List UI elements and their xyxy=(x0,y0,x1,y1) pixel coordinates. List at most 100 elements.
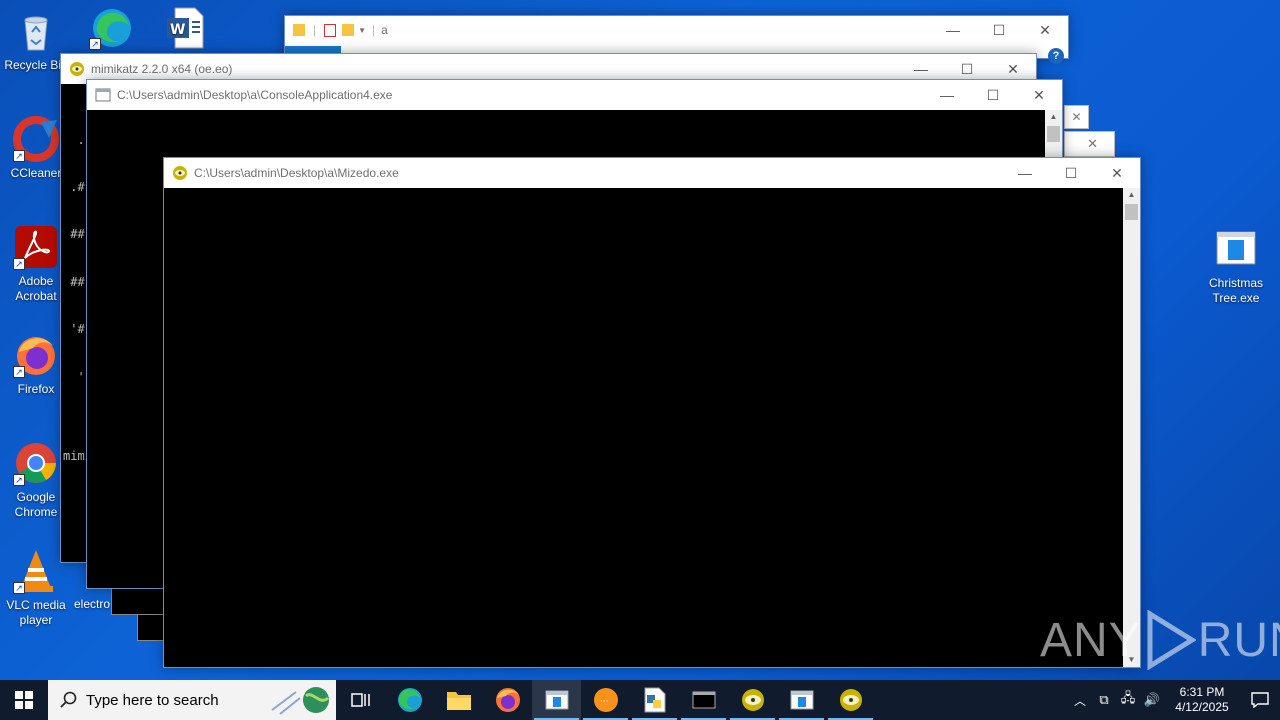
clock-date: 4/12/2025 xyxy=(1175,700,1229,714)
task-view-button[interactable] xyxy=(336,680,385,720)
console-icon xyxy=(692,691,715,709)
svg-text:W: W xyxy=(170,22,185,38)
task-view-icon xyxy=(350,693,370,707)
separator: | xyxy=(313,23,317,37)
system-tray: ︿ ⧉ 🖧 🔊 6:31 PM 4/12/2025 xyxy=(1068,680,1280,720)
window-title: C:\Users\admin\Desktop\a\ConsoleApplicat… xyxy=(117,88,393,102)
maximize-button[interactable]: ☐ xyxy=(1048,158,1094,188)
windows-logo-icon xyxy=(15,691,33,709)
taskbar-clock[interactable]: 6:31 PM 4/12/2025 xyxy=(1164,685,1240,715)
close-button[interactable]: ✕ xyxy=(1016,80,1062,110)
notifications-icon[interactable] xyxy=(1240,692,1280,708)
vlc-icon: ↗ xyxy=(13,548,59,594)
desktop-icon-label: electro xyxy=(74,597,111,611)
taskbar-python-app[interactable] xyxy=(630,680,679,720)
watermark-text-right: RUN xyxy=(1197,613,1280,667)
search-highlight-globe-icon xyxy=(271,687,330,715)
chrome-icon: ↗ xyxy=(13,440,59,486)
svg-text:···: ··· xyxy=(600,697,609,707)
separator: | xyxy=(372,23,376,37)
close-button[interactable]: ✕ xyxy=(1022,16,1068,44)
taskbar-mizedo[interactable] xyxy=(826,680,875,720)
play-triangle-icon xyxy=(1147,610,1196,670)
firefox-icon: ↗ xyxy=(13,332,59,378)
taskbar-console-app[interactable] xyxy=(532,680,581,720)
python-file-icon xyxy=(644,687,665,713)
taskbar-search-box[interactable]: Type here to search xyxy=(48,680,336,720)
adobe-acrobat-icon: ↗ xyxy=(13,224,59,270)
scroll-up-icon[interactable]: ▲ xyxy=(1045,110,1062,124)
desktop-icon-edge[interactable]: ↗ xyxy=(76,4,148,54)
new-folder-icon[interactable] xyxy=(342,24,355,36)
scrollbar-thumb[interactable] xyxy=(1125,204,1138,220)
search-placeholder: Type here to search xyxy=(86,691,219,709)
search-icon xyxy=(60,691,77,708)
orange-circle-app-icon: ··· xyxy=(593,688,618,712)
mimikatz-kiwi-icon xyxy=(70,62,84,76)
minimize-button[interactable]: — xyxy=(1002,158,1048,188)
taskbar-edge[interactable] xyxy=(385,680,434,720)
window-title: mimikatz 2.2.0 x64 (oe.eo) xyxy=(91,62,233,76)
mizedo-titlebar[interactable]: C:\Users\admin\Desktop\a\Mizedo.exe xyxy=(164,158,1140,188)
taskbar-firefox[interactable] xyxy=(483,680,532,720)
desktop-icon-electro[interactable]: electro xyxy=(74,597,114,612)
window-controls: — ☐ ✕ xyxy=(924,80,1062,110)
help-icon[interactable]: ? xyxy=(1048,48,1064,64)
network-adapter-icon[interactable]: ⧉ xyxy=(1092,692,1116,708)
mimikatz-kiwi-icon xyxy=(741,689,764,711)
start-button[interactable] xyxy=(0,680,48,720)
clock-time: 6:31 PM xyxy=(1179,685,1225,699)
ccleaner-icon: ↗ xyxy=(13,116,59,162)
anyrun-watermark: ANY RUN xyxy=(1040,610,1280,670)
mizedo-kiwi-icon xyxy=(173,166,187,180)
mizedo-window[interactable]: C:\Users\admin\Desktop\a\Mizedo.exe — ☐ … xyxy=(163,157,1141,668)
taskbar-console-window[interactable] xyxy=(679,680,728,720)
edge-icon: ↗ xyxy=(89,4,135,50)
chevron-down-icon[interactable]: ▼ xyxy=(358,26,366,35)
taskbar-file-explorer[interactable] xyxy=(434,680,483,720)
word-document-icon: W xyxy=(161,4,207,50)
watermark-text-left: ANY xyxy=(1040,613,1142,667)
consoleapplication4-titlebar[interactable]: C:\Users\admin\Desktop\a\ConsoleApplicat… xyxy=(87,80,1062,110)
scroll-up-icon[interactable]: ▲ xyxy=(1123,188,1140,202)
desktop-icon-label: Christmas Tree.exe xyxy=(1208,276,1263,305)
scrollbar-thumb[interactable] xyxy=(1047,126,1060,142)
folder-icon xyxy=(446,692,471,710)
volume-icon[interactable]: 🔊 xyxy=(1140,692,1164,708)
minimize-button[interactable]: — xyxy=(924,80,970,110)
shortcut-arrow-icon: ↗ xyxy=(13,582,25,594)
shortcut-arrow-icon: ↗ xyxy=(13,474,25,486)
taskbar-mimikatz[interactable] xyxy=(728,680,777,720)
network-icon[interactable]: 🖧 xyxy=(1116,689,1140,711)
recycle-bin-icon xyxy=(13,8,59,54)
mizedo-kiwi-icon xyxy=(839,689,862,711)
close-button[interactable]: ✕ xyxy=(1094,158,1140,188)
taskbar-christmas-tree[interactable] xyxy=(777,680,826,720)
minimize-button[interactable]: — xyxy=(930,16,976,44)
show-hidden-icons-chevron-up-icon[interactable]: ︿ xyxy=(1068,692,1092,709)
window-controls: — ☐ ✕ xyxy=(1002,158,1140,188)
maximize-button[interactable]: ☐ xyxy=(976,16,1022,44)
taskbar-orange-app[interactable]: ··· xyxy=(581,680,630,720)
window-controls: — ☐ ✕ xyxy=(930,16,1068,44)
background-console-edge xyxy=(111,588,171,615)
console-app-icon xyxy=(95,88,111,102)
vertical-scrollbar[interactable]: ▲ ▼ xyxy=(1123,188,1140,667)
desktop-icon-word[interactable]: W xyxy=(148,4,220,54)
application-window-icon xyxy=(1213,226,1259,272)
background-window-edge: ✕ xyxy=(1064,131,1115,157)
console-output[interactable] xyxy=(164,188,1123,667)
desktop-icon-christmas-tree[interactable]: Christmas Tree.exe xyxy=(1200,226,1272,306)
firefox-icon xyxy=(495,688,520,712)
shortcut-arrow-icon: ↗ xyxy=(13,150,25,162)
shortcut-arrow-icon: ↗ xyxy=(13,258,25,270)
maximize-button[interactable]: ☐ xyxy=(970,80,1016,110)
taskbar: Type here to search ··· ︿ ⧉ 🖧 🔊 6:31 PM xyxy=(0,680,1280,720)
application-window-icon xyxy=(545,690,568,710)
folder-icon xyxy=(293,24,305,36)
properties-icon[interactable] xyxy=(324,23,337,37)
window-title: C:\Users\admin\Desktop\a\Mizedo.exe xyxy=(194,166,399,180)
application-window-icon xyxy=(790,690,813,710)
desktop-icon-label: VLC media player xyxy=(6,598,66,627)
window-title: a xyxy=(381,23,388,37)
